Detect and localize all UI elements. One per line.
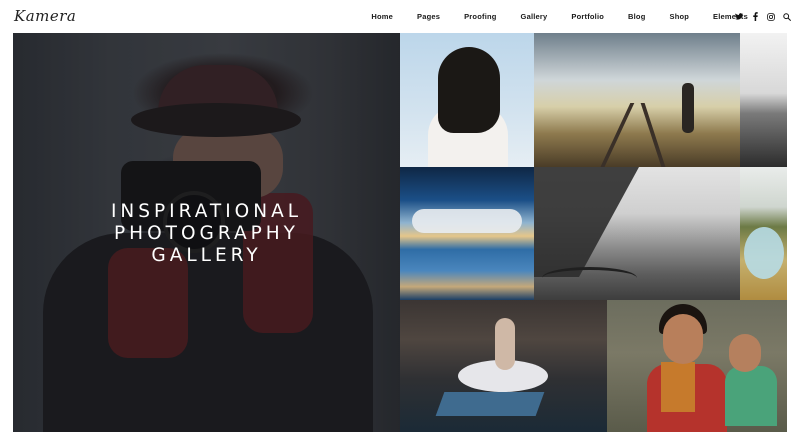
gallery-image-sunset-sea[interactable] <box>400 167 534 300</box>
image-shape <box>725 366 777 426</box>
nav-item-proofing[interactable]: Proofing <box>464 12 496 21</box>
gallery-image-ballerina[interactable] <box>400 300 607 432</box>
gallery-image-bw-building[interactable] <box>740 33 787 167</box>
gallery-image-woman-hair[interactable] <box>400 33 534 167</box>
gallery-image-smoke-field[interactable] <box>740 167 787 300</box>
image-shape <box>435 392 545 416</box>
image-shape <box>542 267 637 289</box>
image-shape <box>663 314 703 364</box>
facebook-icon[interactable] <box>750 12 760 22</box>
image-shape <box>597 103 635 167</box>
nav-item-gallery[interactable]: Gallery <box>521 12 548 21</box>
nav-item-blog[interactable]: Blog <box>628 12 645 21</box>
hero-title-line-3: GALLERY <box>151 245 262 266</box>
search-icon[interactable] <box>782 12 792 22</box>
image-shape <box>744 227 784 279</box>
site-logo[interactable]: Kamera <box>14 5 84 27</box>
nav-item-pages[interactable]: Pages <box>417 12 440 21</box>
social-links <box>728 0 792 33</box>
nav-item-home[interactable]: Home <box>371 12 393 21</box>
image-shape <box>534 167 639 277</box>
site-header: Kamera Home Pages Proofing Gallery Portf… <box>0 0 800 33</box>
gallery-image-mountain-deck[interactable] <box>534 167 740 300</box>
image-shape <box>682 83 694 133</box>
hero-title-line-2: PHOTOGRAPHY <box>114 223 299 244</box>
twitter-icon[interactable] <box>734 12 744 22</box>
image-shape <box>412 209 522 233</box>
hero-title-line-1: INSPIRATIONAL <box>110 201 303 222</box>
image-shape <box>640 103 668 167</box>
image-shape <box>729 334 761 372</box>
gallery-image-children[interactable] <box>607 300 787 432</box>
hero-photographer-image[interactable]: INSPIRATIONAL PHOTOGRAPHY GALLERY <box>13 33 400 432</box>
image-shape <box>495 318 515 370</box>
image-shape <box>438 47 500 133</box>
logo-text: Kamera <box>14 7 77 25</box>
image-shape <box>661 362 695 412</box>
gallery-image-railway[interactable] <box>534 33 740 167</box>
nav-item-portfolio[interactable]: Portfolio <box>571 12 604 21</box>
instagram-icon[interactable] <box>766 12 776 22</box>
hero-title: INSPIRATIONAL PHOTOGRAPHY GALLERY <box>13 201 400 267</box>
main-nav: Home Pages Proofing Gallery Portfolio Bl… <box>371 0 748 33</box>
nav-item-shop[interactable]: Shop <box>670 12 690 21</box>
